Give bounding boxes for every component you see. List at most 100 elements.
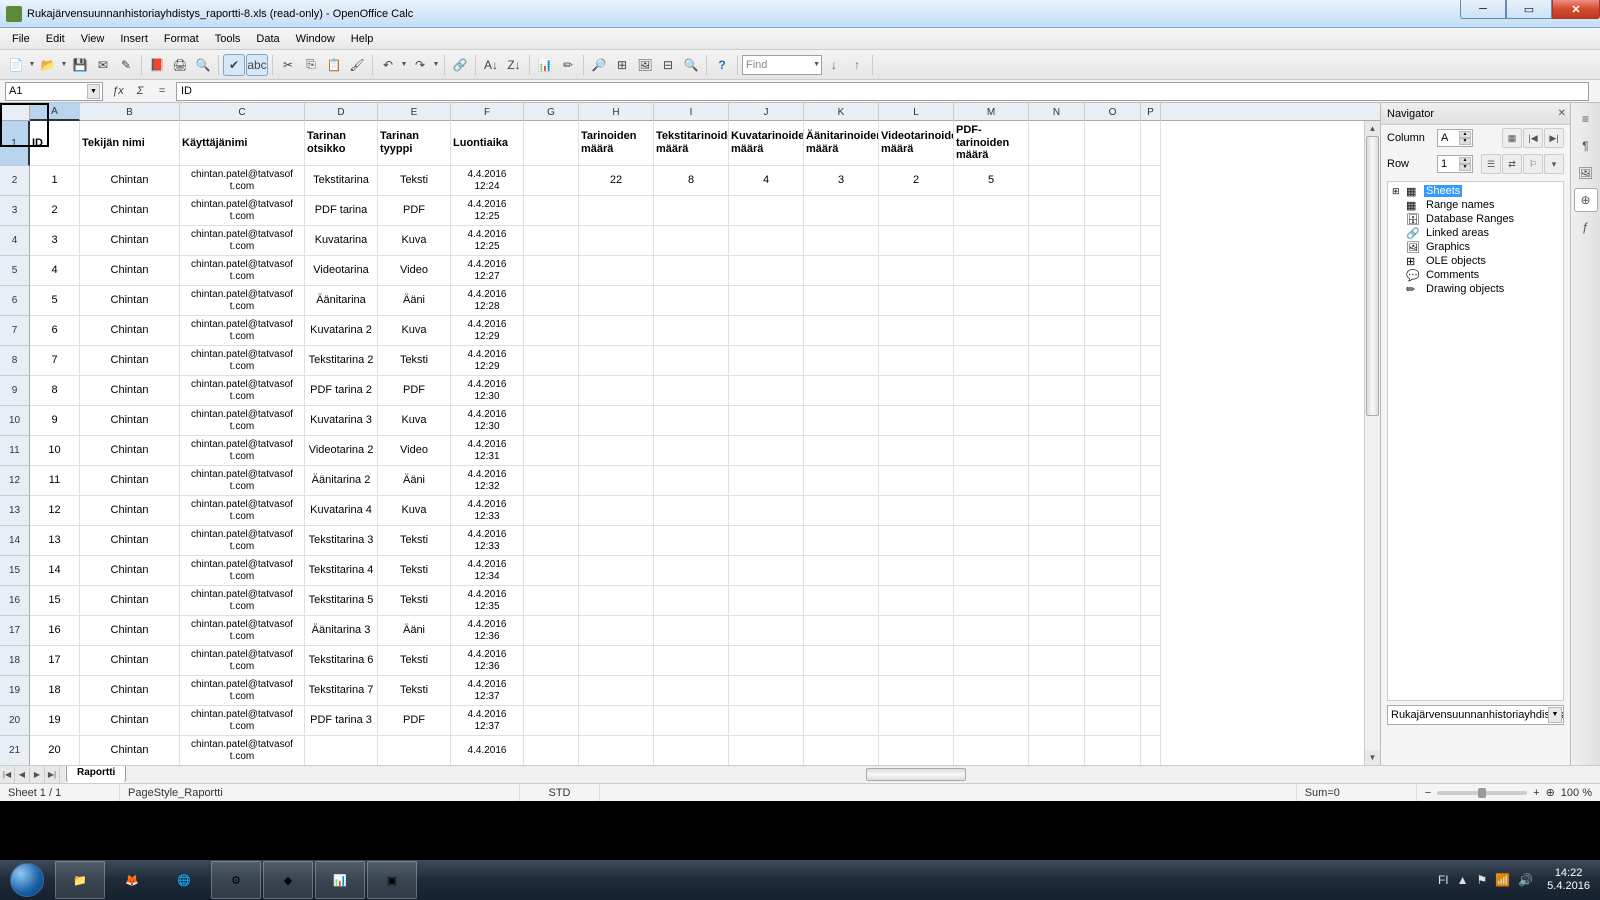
find-icon[interactable]: 🔎 bbox=[588, 54, 610, 76]
cell-J16[interactable] bbox=[729, 586, 804, 616]
cell-G20[interactable] bbox=[524, 706, 579, 736]
cell-L14[interactable] bbox=[879, 526, 954, 556]
cell-F15[interactable]: 4.4.201612:34 bbox=[451, 556, 524, 586]
cell-G8[interactable] bbox=[524, 346, 579, 376]
cell-E12[interactable]: Ääni bbox=[378, 466, 451, 496]
cell-A15[interactable]: 14 bbox=[30, 556, 80, 586]
cell-C21[interactable]: chintan.patel@tatvasoft.com bbox=[180, 736, 305, 765]
cell-K14[interactable] bbox=[804, 526, 879, 556]
cell-D3[interactable]: PDF tarina bbox=[305, 196, 378, 226]
cell-F14[interactable]: 4.4.201612:33 bbox=[451, 526, 524, 556]
header-cell-B[interactable]: Tekijän nimi bbox=[80, 121, 180, 166]
header-cell-L[interactable]: Videotarinoiden määrä bbox=[879, 121, 954, 166]
header-cell-G[interactable] bbox=[524, 121, 579, 166]
cell-D10[interactable]: Kuvatarina 3 bbox=[305, 406, 378, 436]
cell-N12[interactable] bbox=[1029, 466, 1085, 496]
cell-A10[interactable]: 9 bbox=[30, 406, 80, 436]
cell-M2[interactable]: 5 bbox=[954, 166, 1029, 196]
cell-D2[interactable]: Tekstitarina bbox=[305, 166, 378, 196]
zoom-slider[interactable] bbox=[1437, 791, 1527, 795]
format-paint-icon[interactable]: 🖌 bbox=[346, 54, 368, 76]
cell-I3[interactable] bbox=[654, 196, 729, 226]
cell-A7[interactable]: 6 bbox=[30, 316, 80, 346]
header-cell-E[interactable]: Tarinan tyyppi bbox=[378, 121, 451, 166]
cell-D12[interactable]: Äänitarina 2 bbox=[305, 466, 378, 496]
cell-G6[interactable] bbox=[524, 286, 579, 316]
cell-P10[interactable] bbox=[1141, 406, 1161, 436]
cell-J9[interactable] bbox=[729, 376, 804, 406]
cell-K12[interactable] bbox=[804, 466, 879, 496]
status-mode[interactable]: STD bbox=[520, 784, 600, 801]
close-button[interactable]: ✕ bbox=[1552, 0, 1600, 19]
cell-K13[interactable] bbox=[804, 496, 879, 526]
tray-up-icon[interactable]: ▲ bbox=[1457, 873, 1469, 887]
menu-insert[interactable]: Insert bbox=[112, 31, 156, 47]
cell-D19[interactable]: Tekstitarina 7 bbox=[305, 676, 378, 706]
cell-N20[interactable] bbox=[1029, 706, 1085, 736]
cell-M4[interactable] bbox=[954, 226, 1029, 256]
cell-H21[interactable] bbox=[579, 736, 654, 765]
cell-I19[interactable] bbox=[654, 676, 729, 706]
cell-B5[interactable]: Chintan bbox=[80, 256, 180, 286]
taskbar-terminal-icon[interactable]: ▣ bbox=[367, 861, 417, 899]
undo-icon[interactable]: ↶ bbox=[377, 54, 399, 76]
cell-A12[interactable]: 11 bbox=[30, 466, 80, 496]
cell-H19[interactable] bbox=[579, 676, 654, 706]
minimize-button[interactable]: ─ bbox=[1460, 0, 1506, 19]
col-header-B[interactable]: B bbox=[80, 103, 180, 121]
cell-K15[interactable] bbox=[804, 556, 879, 586]
cell-L3[interactable] bbox=[879, 196, 954, 226]
cell-F16[interactable]: 4.4.201612:35 bbox=[451, 586, 524, 616]
cell-N10[interactable] bbox=[1029, 406, 1085, 436]
gallery-icon[interactable]: 🖼 bbox=[634, 54, 656, 76]
cell-A19[interactable]: 18 bbox=[30, 676, 80, 706]
cell-C3[interactable]: chintan.patel@tatvasoft.com bbox=[180, 196, 305, 226]
menu-file[interactable]: File bbox=[4, 31, 38, 47]
cell-D16[interactable]: Tekstitarina 5 bbox=[305, 586, 378, 616]
cell-E2[interactable]: Teksti bbox=[378, 166, 451, 196]
cell-E17[interactable]: Ääni bbox=[378, 616, 451, 646]
cell-H18[interactable] bbox=[579, 646, 654, 676]
row-header-14[interactable]: 14 bbox=[0, 526, 30, 556]
copy-icon[interactable]: ⎘ bbox=[300, 54, 322, 76]
tray-volume-icon[interactable]: 🔊 bbox=[1518, 873, 1533, 887]
taskbar-app1-icon[interactable]: ⚙ bbox=[211, 861, 261, 899]
nav-tree-range-names[interactable]: ▦Range names bbox=[1390, 198, 1561, 212]
cell-J2[interactable]: 4 bbox=[729, 166, 804, 196]
email-icon[interactable]: ✉ bbox=[92, 54, 114, 76]
export-pdf-icon[interactable]: 📕 bbox=[146, 54, 168, 76]
cell-P8[interactable] bbox=[1141, 346, 1161, 376]
cell-M12[interactable] bbox=[954, 466, 1029, 496]
cell-G14[interactable] bbox=[524, 526, 579, 556]
col-header-J[interactable]: J bbox=[729, 103, 804, 121]
cell-O14[interactable] bbox=[1085, 526, 1141, 556]
row-header-15[interactable]: 15 bbox=[0, 556, 30, 586]
cell-P15[interactable] bbox=[1141, 556, 1161, 586]
cell-E8[interactable]: Teksti bbox=[378, 346, 451, 376]
cell-D4[interactable]: Kuvatarina bbox=[305, 226, 378, 256]
taskbar-explorer-icon[interactable]: 📁 bbox=[55, 861, 105, 899]
cell-M6[interactable] bbox=[954, 286, 1029, 316]
cell-M15[interactable] bbox=[954, 556, 1029, 586]
menu-data[interactable]: Data bbox=[248, 31, 287, 47]
cell-O6[interactable] bbox=[1085, 286, 1141, 316]
cell-L17[interactable] bbox=[879, 616, 954, 646]
select-all-corner[interactable] bbox=[0, 103, 30, 121]
row-header-4[interactable]: 4 bbox=[0, 226, 30, 256]
header-cell-O[interactable] bbox=[1085, 121, 1141, 166]
row-header-10[interactable]: 10 bbox=[0, 406, 30, 436]
cell-E10[interactable]: Kuva bbox=[378, 406, 451, 436]
cell-P20[interactable] bbox=[1141, 706, 1161, 736]
cell-H2[interactable]: 22 bbox=[579, 166, 654, 196]
nav-tree-comments[interactable]: 💬Comments bbox=[1390, 268, 1561, 282]
taskbar-firefox-icon[interactable]: 🦊 bbox=[107, 861, 157, 899]
cell-K2[interactable]: 3 bbox=[804, 166, 879, 196]
cell-E11[interactable]: Video bbox=[378, 436, 451, 466]
cell-B7[interactable]: Chintan bbox=[80, 316, 180, 346]
help-icon[interactable]: ? bbox=[711, 54, 733, 76]
nav-tree-sheets[interactable]: ⊞▦Sheets bbox=[1390, 184, 1561, 198]
cell-L19[interactable] bbox=[879, 676, 954, 706]
cell-N11[interactable] bbox=[1029, 436, 1085, 466]
cell-E6[interactable]: Ääni bbox=[378, 286, 451, 316]
nav-content-icon[interactable]: ☰ bbox=[1481, 154, 1501, 174]
